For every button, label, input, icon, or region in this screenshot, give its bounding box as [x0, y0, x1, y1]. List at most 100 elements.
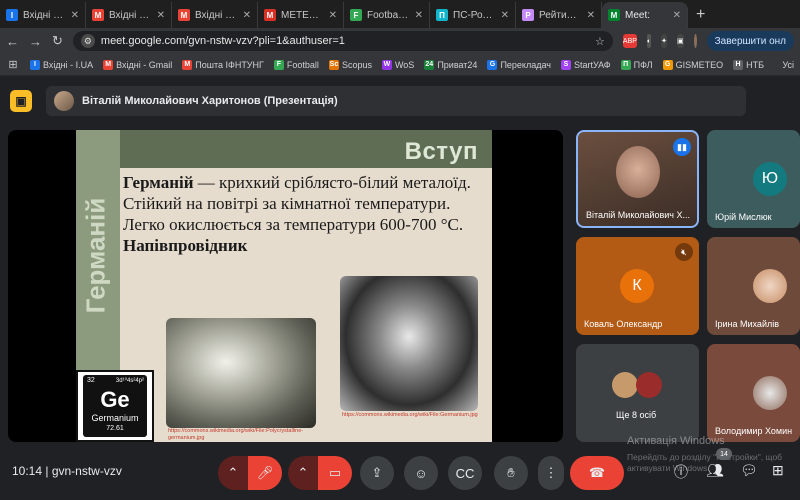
- browser-tab[interactable]: I Вхідні - I.UA ✕: [0, 2, 86, 28]
- participant-tile-koval[interactable]: К 🔇︎ Коваль Олександр: [576, 237, 699, 335]
- bookmark-favicon-icon: M: [182, 59, 193, 70]
- camera-toggle-button[interactable]: ▭: [318, 456, 352, 490]
- adblock-extension-icon[interactable]: ABP: [622, 34, 637, 48]
- bookmark-item[interactable]: 24 Приват24: [424, 59, 477, 70]
- tab-title: Meet:: [625, 9, 651, 21]
- bookmark-label: НТБ: [746, 59, 764, 70]
- presenter-avatar: [54, 91, 74, 111]
- meet-header: ▣ Віталій Миколайович Харитонов (Презент…: [0, 76, 800, 128]
- leave-call-button[interactable]: ☎︎: [570, 456, 624, 490]
- bookmark-item[interactable]: G Перекладач: [487, 59, 551, 70]
- participant-photo: [612, 372, 638, 398]
- browser-tab[interactable]: M Вхідні (1) - ✕: [172, 2, 258, 28]
- bookmark-label: Football: [286, 59, 319, 70]
- tab-close-icon[interactable]: ✕: [587, 10, 595, 21]
- participant-photo: [636, 372, 662, 398]
- participant-tile-yurii[interactable]: Ю Юрій Мислюк: [707, 130, 800, 228]
- bookmark-item[interactable]: M Вхідні - Gmail: [103, 59, 173, 70]
- back-icon[interactable]: ←: [6, 34, 19, 49]
- bookmark-item[interactable]: W WoS: [381, 59, 414, 70]
- photo-credit-2: https://commons.wikimedia.org/wiki/File:…: [342, 412, 478, 418]
- people-icon[interactable]: 👥︎: [706, 462, 724, 479]
- element-symbol: Ge: [100, 387, 130, 412]
- browser-tab[interactable]: П ПС-Розкла ✕: [430, 2, 516, 28]
- reload-icon[interactable]: ↻: [52, 33, 63, 49]
- meeting-info-icon[interactable]: ⓘ: [674, 462, 688, 482]
- raise-hand-button[interactable]: ✋︎: [494, 456, 528, 490]
- participant-name: Коваль Олександр: [584, 319, 663, 329]
- bookmark-favicon-icon: Н: [733, 59, 744, 70]
- browser-tab[interactable]: M Вхідні - xbs ✕: [86, 2, 172, 28]
- tab-close-icon[interactable]: ✕: [71, 10, 79, 21]
- url-text[interactable]: meet.google.com/gvn-nstw-vzv?pli=1&authu…: [101, 35, 345, 47]
- more-options-button[interactable]: ⋮: [538, 456, 564, 490]
- tab-close-icon[interactable]: ✕: [243, 10, 251, 21]
- slide-semiconductor-line: Напівпровідник: [123, 236, 248, 255]
- browser-tab[interactable]: M METEOFOR ✕: [258, 2, 344, 28]
- video-options-chevron-icon[interactable]: ⌃: [288, 456, 318, 490]
- side-panel-icon[interactable]: ▣: [677, 34, 684, 48]
- bookmark-star-icon[interactable]: ☆: [595, 35, 605, 48]
- bookmark-favicon-icon: W: [381, 59, 392, 70]
- bookmark-item[interactable]: S StartУАФ: [560, 59, 611, 70]
- tab-favicon-icon: I: [6, 9, 18, 21]
- tab-favicon-icon: M: [608, 9, 620, 21]
- browser-tab[interactable]: Р Рейтинг НГ ✕: [516, 2, 602, 28]
- bookmark-item[interactable]: П ПФЛ: [620, 59, 653, 70]
- tab-title: Football.ua: [367, 9, 410, 21]
- leave-call-pill[interactable]: Завершити онл: [706, 31, 794, 51]
- omnibox[interactable]: ⚙ meet.google.com/gvn-nstw-vzv?pli=1&aut…: [72, 31, 613, 51]
- bookmark-favicon-icon: M: [103, 59, 114, 70]
- germanium-photo-polycrystal: [166, 318, 316, 428]
- tab-close-icon[interactable]: ✕: [673, 10, 681, 21]
- participant-avatar: К: [620, 269, 654, 303]
- extension-icon[interactable]: ◐: [646, 34, 652, 48]
- browser-tab[interactable]: F Football.ua ✕: [344, 2, 430, 28]
- bookmarks-bar: ⊞ I Вхідні - I.UA M Вхідні - Gmail M Пошта ІФ…: [0, 54, 800, 76]
- bookmark-item[interactable]: Sc Scopus: [328, 59, 372, 70]
- tab-close-icon[interactable]: ✕: [501, 10, 509, 21]
- browser-tab[interactable]: M Meet: ✕: [602, 2, 688, 28]
- bookmark-item[interactable]: Н НТБ: [733, 59, 764, 70]
- bookmark-item[interactable]: F Football: [273, 59, 319, 70]
- tab-title: Вхідні - xbs: [109, 9, 152, 21]
- meeting-code: gvn-nstw-vzv: [51, 464, 122, 478]
- participant-tile-presenter[interactable]: ▮▮ Віталій Миколайович Х...: [576, 130, 699, 228]
- bookmark-item[interactable]: I Вхідні - I.UA: [30, 59, 94, 70]
- captions-button[interactable]: CC: [448, 456, 482, 490]
- present-screen-button[interactable]: ⇪: [360, 456, 394, 490]
- presentation-icon[interactable]: ▣: [10, 90, 32, 112]
- extensions-puzzle-icon[interactable]: ✦: [661, 34, 668, 48]
- chat-icon[interactable]: 💬︎: [740, 462, 758, 479]
- audio-options-chevron-icon[interactable]: ⌃: [218, 456, 248, 490]
- tab-close-icon[interactable]: ✕: [415, 10, 423, 21]
- mic-toggle-button[interactable]: 🎤︎: [248, 456, 282, 490]
- forward-icon[interactable]: →: [29, 34, 42, 49]
- activities-icon[interactable]: ⊞: [772, 462, 784, 479]
- tab-close-icon[interactable]: ✕: [329, 10, 337, 21]
- tab-title: ПС-Розкла: [453, 9, 496, 21]
- element-mass: 72.61: [106, 425, 124, 432]
- tab-close-icon[interactable]: ✕: [157, 10, 165, 21]
- participant-tile-iryna[interactable]: Ірина Михайлів: [707, 237, 800, 335]
- presentation-stage: Германій Вступ Германій — крихкий срібля…: [8, 130, 563, 442]
- bookmark-label: Вхідні - Gmail: [116, 59, 173, 70]
- element-config: 3d¹⁰4s²4p²: [115, 378, 144, 384]
- bookmark-item[interactable]: M Пошта ІФНТУНГ: [182, 59, 264, 70]
- participant-tile-more[interactable]: Ще 8 осіб: [576, 344, 699, 442]
- profile-avatar[interactable]: [693, 34, 697, 48]
- participant-tile-volodymyr[interactable]: Володимир Хомин: [707, 344, 800, 442]
- periodic-element-card: 32 3d¹⁰4s²4p² Ge Germanium 72.61: [76, 370, 154, 442]
- bookmark-label: Вхідні - I.UA: [43, 59, 94, 70]
- bookmark-favicon-icon: G: [662, 59, 673, 70]
- all-bookmarks-folder[interactable]: Усі: [782, 60, 794, 70]
- bookmark-item[interactable]: G GISMETEO: [662, 59, 723, 70]
- emoji-reaction-button[interactable]: ☺: [404, 456, 438, 490]
- new-tab-icon[interactable]: +: [688, 6, 713, 28]
- site-info-icon[interactable]: ⚙: [80, 34, 95, 48]
- presentation-title: Віталій Миколайович Харитонов (Презентац…: [82, 95, 338, 107]
- more-participants-label: Ще 8 осіб: [616, 410, 657, 420]
- participant-name: Ірина Михайлів: [715, 319, 779, 329]
- participant-name: Володимир Хомин: [715, 426, 793, 436]
- apps-grid-icon[interactable]: ⊞: [6, 58, 20, 71]
